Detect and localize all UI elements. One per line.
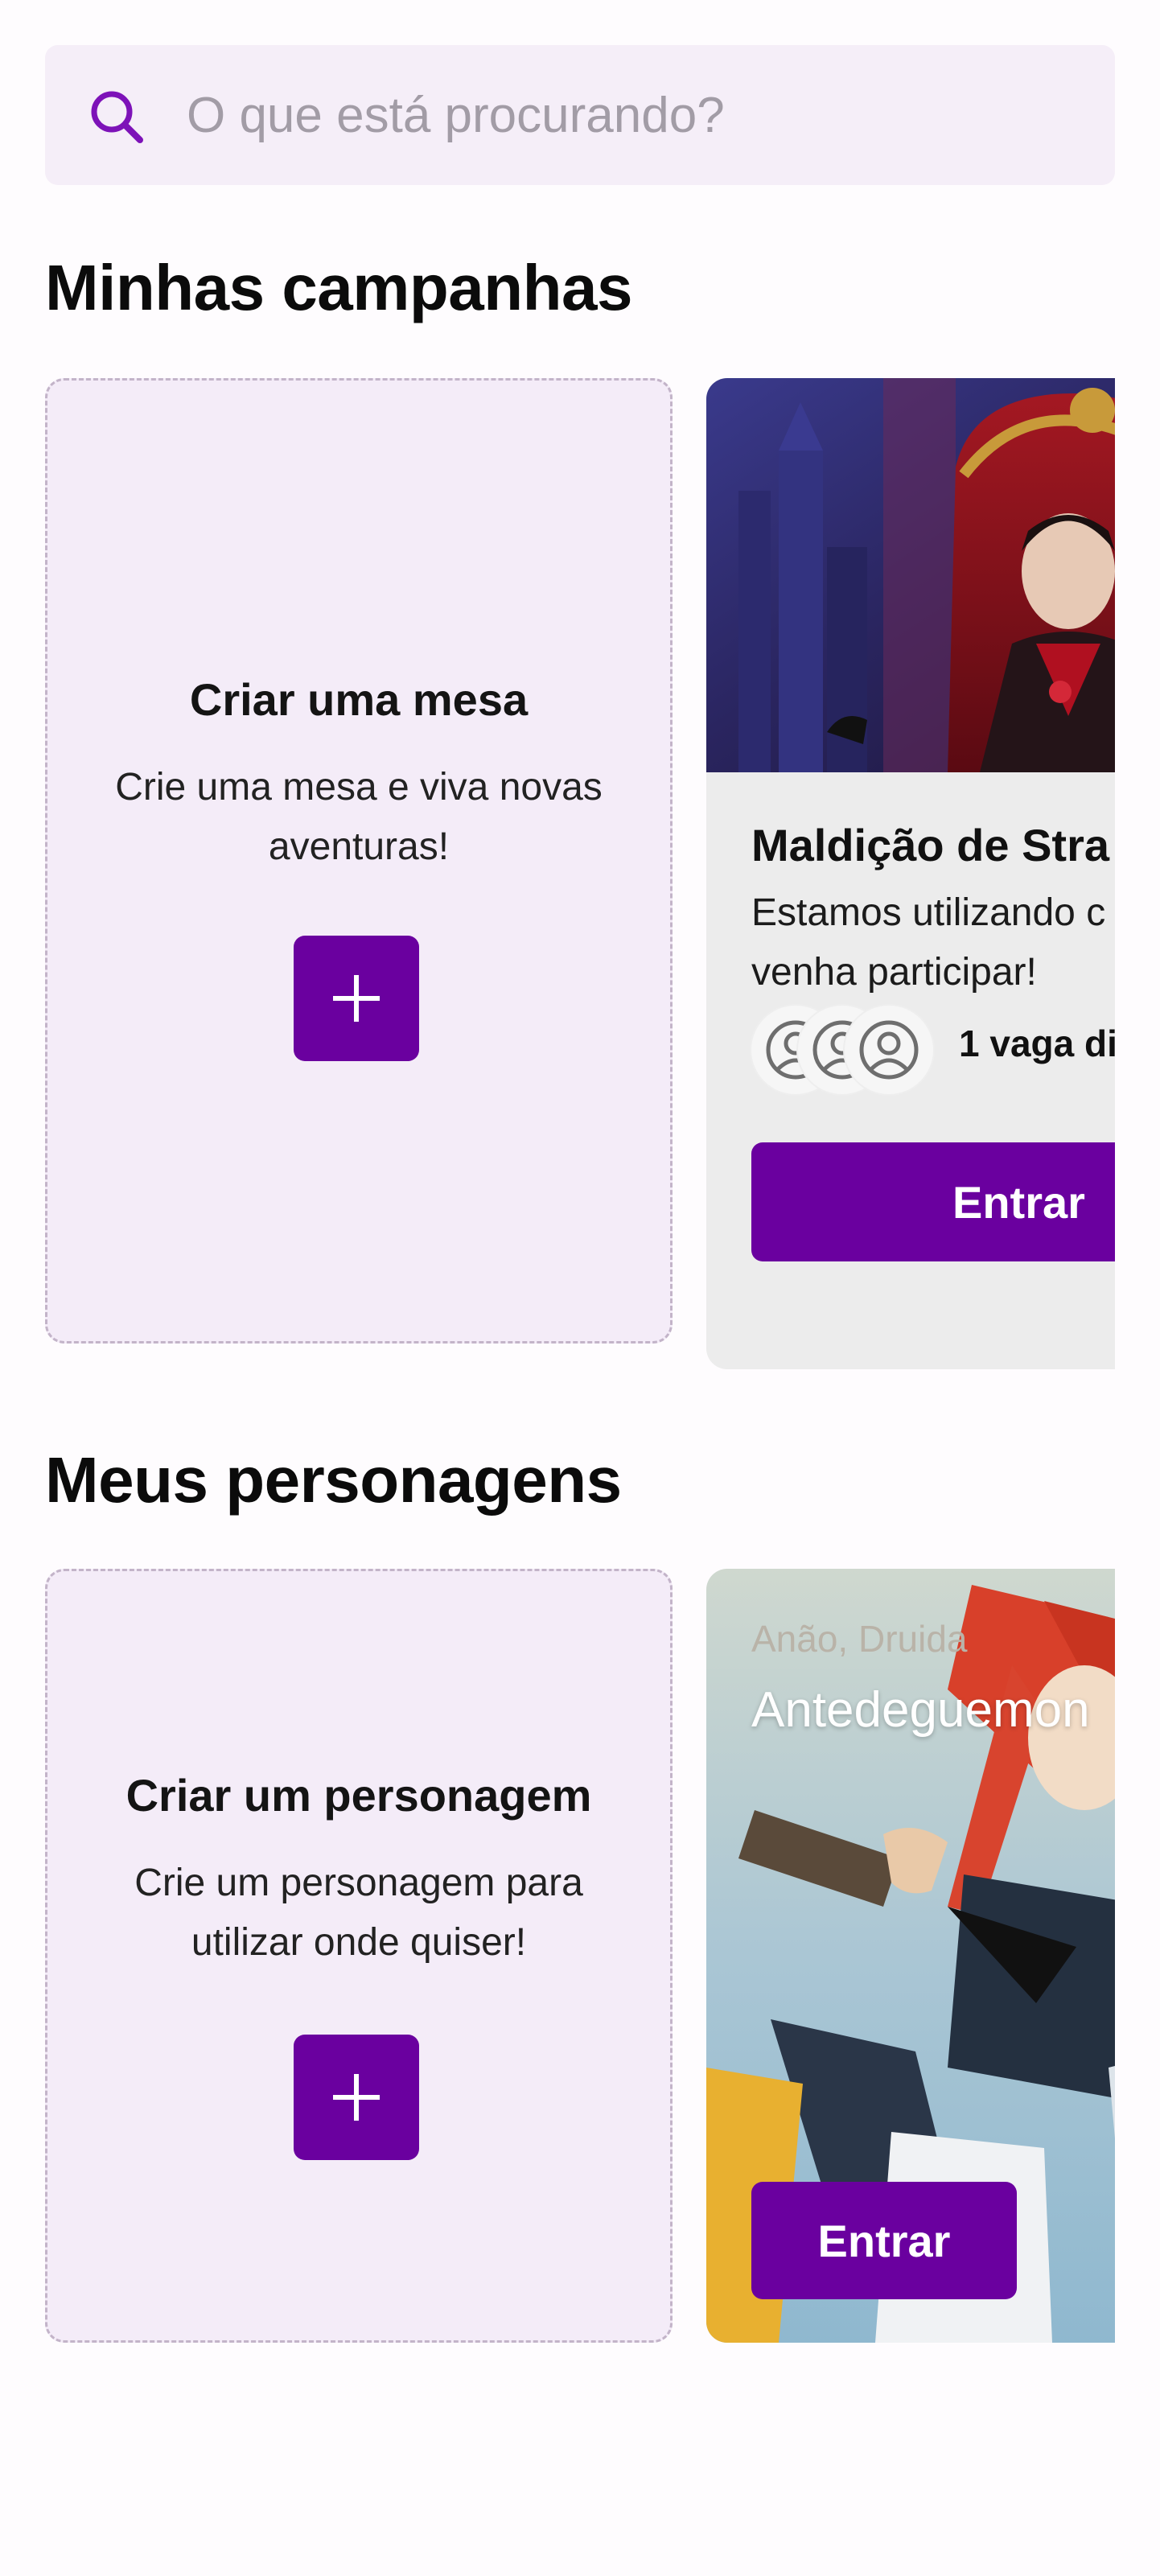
- characters-carousel[interactable]: Criar um personagem Crie um personagem p…: [45, 1569, 1115, 2353]
- campaign-description-line: venha participar!: [751, 951, 1037, 994]
- create-character-description: Crie um personagem para utilizar onde qu…: [134, 1862, 583, 1964]
- campaign-description-line: Estamos utilizando c: [751, 891, 1106, 934]
- create-campaign-description: Crie uma mesa e viva novas aventuras!: [115, 766, 603, 868]
- avatar: [845, 1006, 933, 1094]
- campaigns-section-title: Minhas campanhas: [45, 252, 633, 323]
- create-character-button[interactable]: [294, 2035, 419, 2160]
- enter-character-button[interactable]: Entrar: [751, 2182, 1017, 2299]
- available-slots: 1 vaga di: [959, 1023, 1115, 1064]
- search-input[interactable]: [187, 77, 1072, 153]
- create-campaign-title: Criar uma mesa: [189, 674, 529, 725]
- search-icon: [91, 91, 143, 143]
- user-icon: [859, 1020, 919, 1080]
- campaign-description: Estamos utilizando c venha participar!: [751, 883, 1115, 1002]
- campaign-cover-image: [706, 378, 1115, 772]
- character-name: Antedeguemon: [751, 1682, 1090, 1738]
- plus-icon: [333, 2074, 380, 2121]
- character-card[interactable]: Anão, Druida Antedeguemon Entrar: [706, 1569, 1115, 2343]
- campaign-card[interactable]: Maldição de Stra Estamos utilizando c ve…: [706, 378, 1115, 1369]
- enter-campaign-button[interactable]: Entrar: [751, 1142, 1115, 1261]
- character-race-class: Anão, Druida: [751, 1618, 968, 1660]
- create-campaign-card[interactable]: Criar uma mesa Crie uma mesa e viva nova…: [45, 378, 673, 1344]
- characters-section-title: Meus personagens: [45, 1444, 622, 1516]
- create-campaign-button[interactable]: [294, 936, 419, 1061]
- plus-icon: [333, 975, 380, 1022]
- create-character-title: Criar um personagem: [125, 1770, 592, 1821]
- create-character-card[interactable]: Criar um personagem Crie um personagem p…: [45, 1569, 673, 2343]
- search-bar[interactable]: [45, 45, 1115, 185]
- player-avatars: [751, 1006, 936, 1094]
- campaigns-carousel[interactable]: Criar uma mesa Crie uma mesa e viva nova…: [45, 378, 1115, 1376]
- campaign-name: Maldição de Stra: [751, 820, 1110, 870]
